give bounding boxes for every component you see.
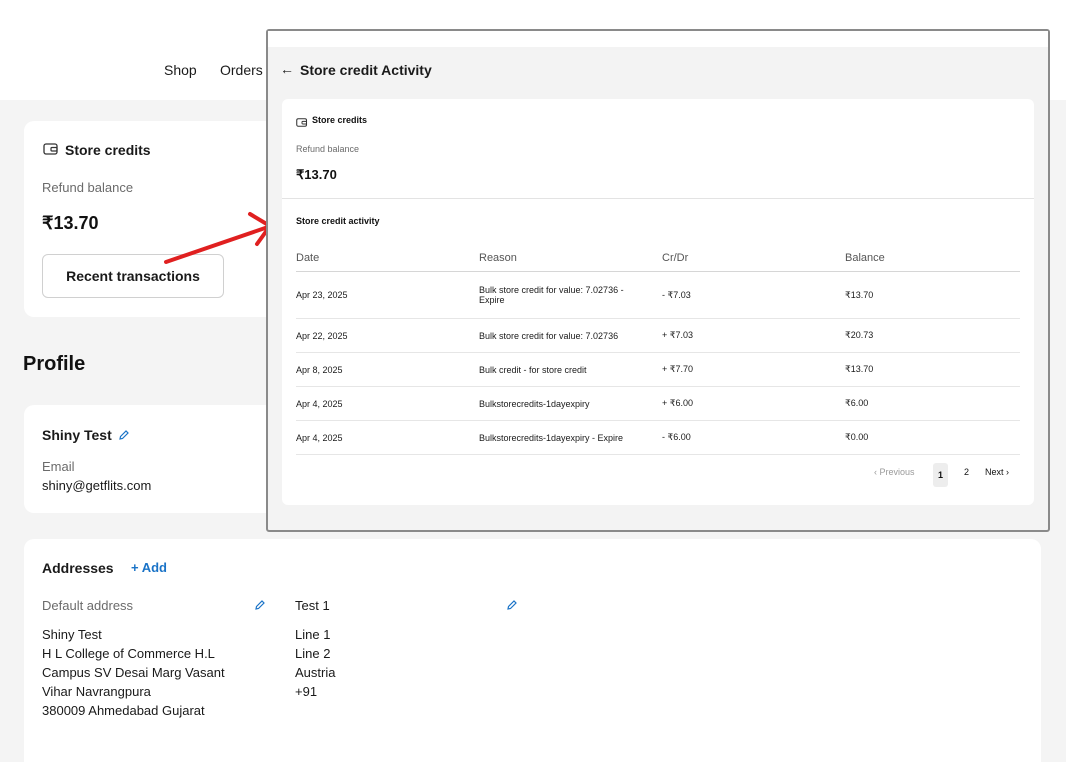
pagination-next-label: Next bbox=[985, 467, 1004, 477]
column-header-crdr: Cr/Dr bbox=[662, 245, 845, 272]
address-line: 380009 Ahmedabad Gujarat bbox=[42, 703, 205, 718]
pagination-next-button[interactable]: Next › bbox=[985, 467, 1009, 477]
edit-second-address-icon[interactable] bbox=[506, 598, 518, 616]
cell-reason: Bulk store credit for value: 7.02736 - E… bbox=[479, 271, 662, 319]
column-header-reason: Reason bbox=[479, 245, 662, 272]
address-line: Campus SV Desai Marg Vasant bbox=[42, 665, 225, 680]
column-header-date: Date bbox=[296, 245, 479, 272]
cell-crdr: + ₹6.00 bbox=[662, 386, 845, 421]
nav-orders-link[interactable]: Orders bbox=[220, 62, 263, 78]
address-line: Shiny Test bbox=[42, 627, 102, 642]
addresses-title: Addresses bbox=[42, 560, 114, 576]
table-row: Apr 22, 2025 Bulk store credit for value… bbox=[296, 318, 1020, 353]
cell-date: Apr 4, 2025 bbox=[296, 386, 479, 421]
table-header-row: Date Reason Cr/Dr Balance bbox=[296, 245, 1020, 272]
activity-section-title: Store credit activity bbox=[296, 216, 380, 226]
address-line: Austria bbox=[295, 665, 336, 680]
cell-date: Apr 22, 2025 bbox=[296, 318, 479, 353]
nav-shop-link[interactable]: Shop bbox=[164, 62, 197, 78]
edit-default-address-icon[interactable] bbox=[254, 598, 266, 616]
second-address-label: Test 1 bbox=[295, 598, 330, 613]
second-address-block: Line 1 Line 2 Austria +91 bbox=[295, 625, 335, 701]
annotation-arrow-icon bbox=[164, 212, 272, 264]
email-label: Email bbox=[42, 459, 75, 474]
address-line: Line 1 bbox=[295, 627, 331, 642]
cell-balance: ₹13.70 bbox=[845, 352, 1020, 387]
cell-crdr: - ₹7.03 bbox=[662, 271, 845, 319]
cell-crdr: + ₹7.03 bbox=[662, 318, 845, 353]
column-header-balance: Balance bbox=[845, 245, 1020, 272]
addresses-card: Addresses + Add Default address Shiny Te… bbox=[24, 539, 1041, 762]
cell-date: Apr 8, 2025 bbox=[296, 352, 479, 387]
default-address-label: Default address bbox=[42, 598, 134, 613]
wallet-icon bbox=[296, 115, 308, 133]
cell-reason: Bulk credit - for store credit bbox=[479, 352, 662, 387]
pagination-page-2[interactable]: 2 bbox=[964, 467, 969, 477]
cell-balance: ₹13.70 bbox=[845, 271, 1020, 319]
panel-title: Store credit Activity bbox=[300, 62, 432, 78]
panel-top-strip bbox=[268, 31, 1048, 47]
address-line: H L College of Commerce H.L bbox=[42, 646, 215, 661]
store-credit-activity-panel: ← Store credit Activity Store credits Re… bbox=[266, 29, 1050, 532]
cell-balance: ₹0.00 bbox=[845, 420, 1020, 455]
activity-table: Date Reason Cr/Dr Balance Apr 23, 2025 B… bbox=[296, 245, 1020, 455]
divider bbox=[282, 198, 1034, 199]
address-line: +91 bbox=[295, 684, 318, 699]
cell-crdr: + ₹7.70 bbox=[662, 352, 845, 387]
address-line: Line 2 bbox=[295, 646, 331, 661]
activity-card: Store credits Refund balance ₹13.70 Stor… bbox=[282, 99, 1034, 505]
arrow-left-icon[interactable]: ← bbox=[280, 61, 294, 77]
wallet-icon bbox=[43, 142, 59, 161]
edit-profile-icon[interactable] bbox=[118, 428, 130, 446]
table-row: Apr 23, 2025 Bulk store credit for value… bbox=[296, 271, 1020, 319]
cell-balance: ₹6.00 bbox=[845, 386, 1020, 421]
table-row: Apr 8, 2025 Bulk credit - for store cred… bbox=[296, 352, 1020, 387]
profile-heading: Profile bbox=[23, 353, 86, 375]
cell-reason: Bulkstorecredits-1dayexpiry - Expire bbox=[479, 420, 662, 455]
cell-balance: ₹20.73 bbox=[845, 318, 1020, 353]
pagination-previous-label: Previous bbox=[879, 467, 915, 477]
email-value: shiny@getflits.com bbox=[42, 478, 152, 493]
table-row: Apr 4, 2025 Bulkstorecredits-1dayexpiry … bbox=[296, 420, 1020, 455]
profile-name: Shiny Test bbox=[42, 427, 112, 443]
pagination-page-1[interactable]: 1 bbox=[933, 463, 948, 487]
refund-balance-amount: ₹13.70 bbox=[42, 213, 99, 233]
add-address-link[interactable]: + Add bbox=[131, 560, 167, 575]
refund-balance-label: Refund balance bbox=[42, 180, 134, 195]
cell-crdr: - ₹6.00 bbox=[662, 420, 845, 455]
default-address-block: Shiny Test H L College of Commerce H.L C… bbox=[42, 625, 225, 720]
store-credits-title: Store credits bbox=[65, 142, 151, 158]
table-row: Apr 4, 2025 Bulkstorecredits-1dayexpiry … bbox=[296, 386, 1020, 421]
pagination-previous-button[interactable]: ‹ Previous bbox=[874, 467, 915, 477]
cell-reason: Bulk store credit for value: 7.02736 bbox=[479, 318, 662, 353]
cell-reason: Bulkstorecredits-1dayexpiry bbox=[479, 386, 662, 421]
cell-date: Apr 4, 2025 bbox=[296, 420, 479, 455]
activity-card-title: Store credits bbox=[312, 115, 368, 125]
address-line: Vihar Navrangpura bbox=[42, 684, 151, 699]
profile-card: Shiny Test Email shiny@getflits.com bbox=[24, 405, 294, 513]
cell-date: Apr 23, 2025 bbox=[296, 271, 479, 319]
activity-refund-amount: ₹13.70 bbox=[296, 167, 337, 182]
activity-refund-label: Refund balance bbox=[296, 144, 360, 154]
